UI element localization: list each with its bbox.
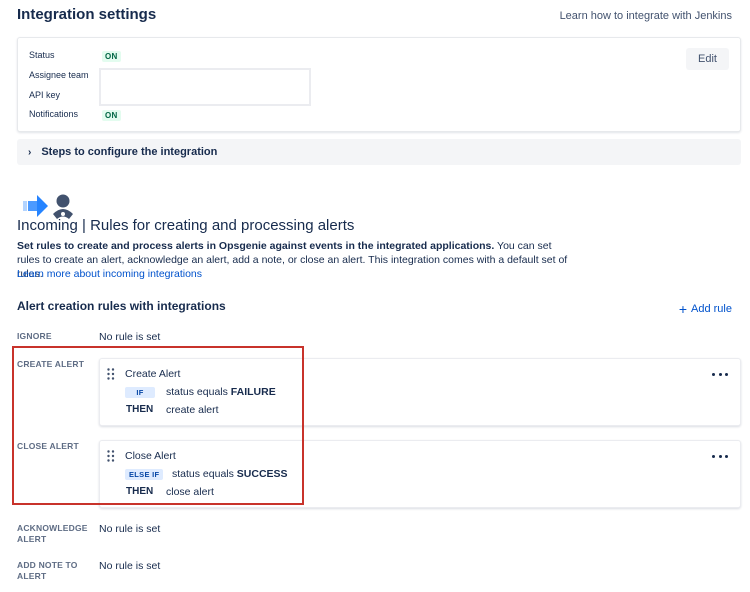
add-note-no-rule: No rule is set — [99, 560, 161, 572]
learn-more-incoming-link[interactable]: Learn more about incoming integrations — [17, 268, 202, 280]
user-icon — [53, 194, 73, 219]
learn-integration-link[interactable]: Learn how to integrate with Jenkins — [560, 10, 732, 22]
add-rule-button[interactable]: + Add rule — [678, 300, 732, 317]
acknowledge-no-rule: No rule is set — [99, 523, 161, 535]
page-title: Integration settings — [17, 6, 157, 23]
steps-to-configure-toggle[interactable]: › Steps to configure the integration — [17, 139, 741, 165]
rules-section-title: Alert creation rules with integrations — [17, 299, 226, 313]
assignee-team-label: Assignee team — [29, 70, 89, 80]
plus-icon: + — [678, 300, 688, 317]
ignore-category-label: IGNORE — [17, 331, 52, 341]
steps-label: Steps to configure the integration — [41, 146, 218, 158]
notifications-badge: ON — [102, 110, 121, 121]
add-rule-label: Add rule — [691, 303, 732, 315]
acknowledge-label-line2: ALERT — [17, 534, 47, 544]
add-note-category-label: ADD NOTE TO ALERT — [17, 560, 78, 582]
incoming-description-bold: Set rules to create and process alerts i… — [17, 240, 495, 252]
highlight-annotation-box — [12, 346, 304, 505]
api-key-label: API key — [29, 90, 61, 100]
integration-settings-card: Status ON Assignee team API key Notifica… — [17, 37, 741, 132]
incoming-integration-icon — [23, 194, 73, 219]
status-badge: ON — [102, 51, 121, 62]
ignore-no-rule: No rule is set — [99, 331, 161, 343]
add-note-label-line1: ADD NOTE TO — [17, 560, 78, 570]
incoming-rules-title: Incoming | Rules for creating and proces… — [17, 217, 355, 234]
more-options-icon[interactable] — [712, 369, 728, 379]
acknowledge-alert-category-label: ACKNOWLEDGE ALERT — [17, 523, 88, 545]
chevron-right-icon: › — [28, 146, 32, 158]
add-note-label-line2: ALERT — [17, 571, 47, 581]
notifications-label: Notifications — [29, 109, 79, 119]
assignee-apikey-value-box — [99, 68, 311, 106]
arrow-right-icon — [23, 195, 48, 217]
edit-button[interactable]: Edit — [686, 48, 729, 70]
more-options-icon[interactable] — [712, 451, 728, 461]
acknowledge-label-line1: ACKNOWLEDGE — [17, 523, 88, 533]
status-label: Status — [29, 50, 55, 60]
